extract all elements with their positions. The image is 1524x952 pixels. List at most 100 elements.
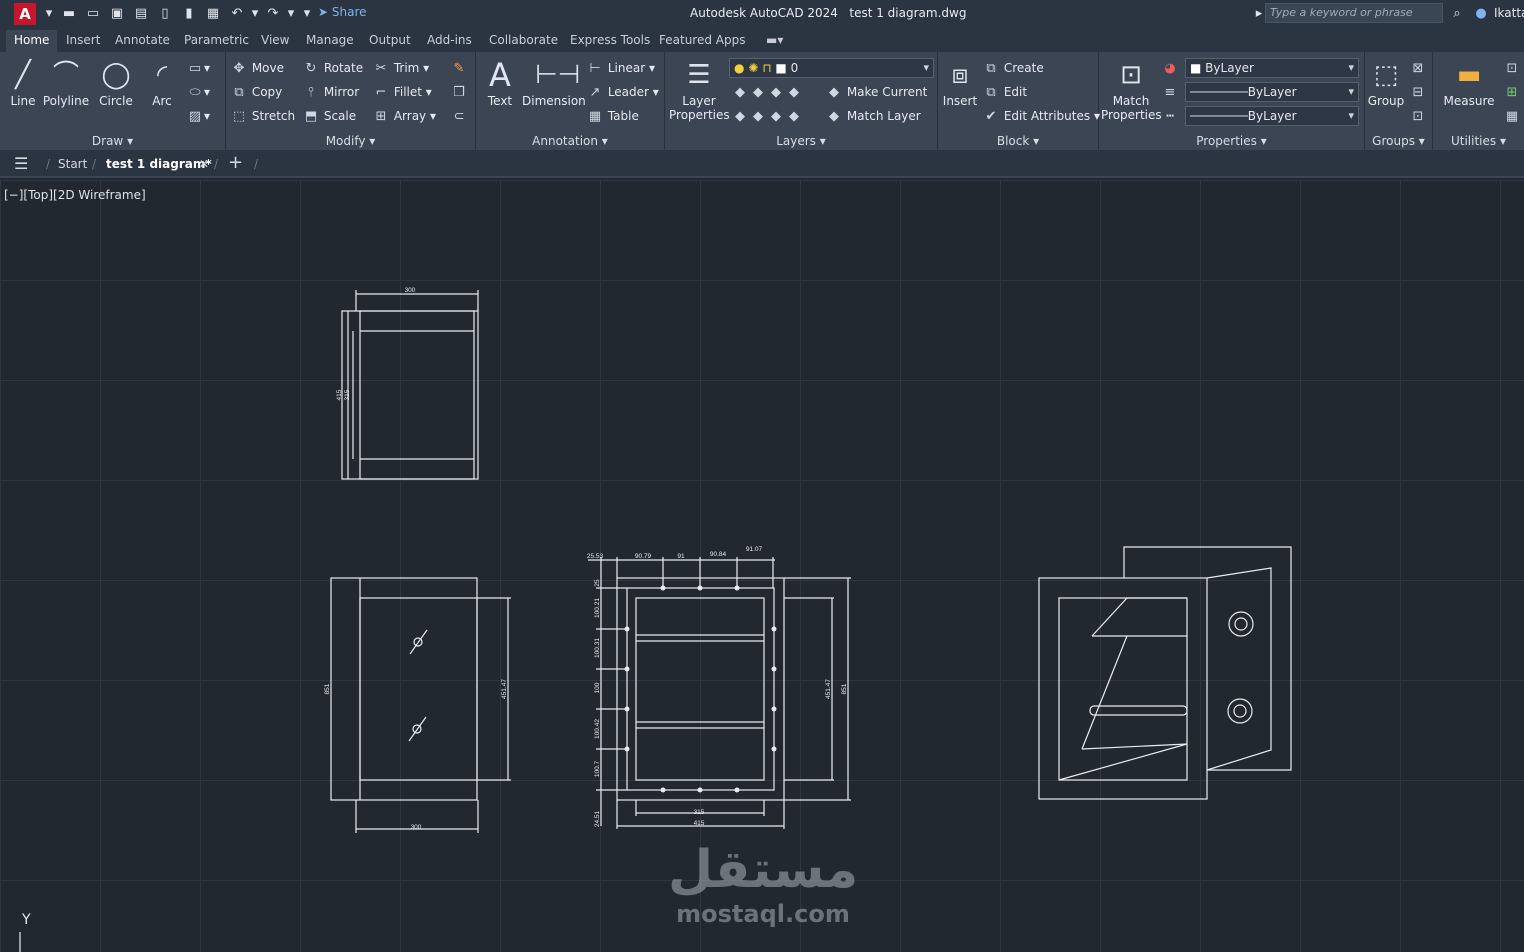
tab-home[interactable]: Home xyxy=(6,30,58,52)
fillet-button[interactable]: ⌐ Fillet ▾ xyxy=(372,82,432,102)
search-icon[interactable]: ⌕ xyxy=(1448,5,1466,23)
tab-active-document[interactable]: test 1 diagram* xyxy=(106,157,212,171)
app-menu-button[interactable]: A xyxy=(14,3,36,25)
utilities-panel-label[interactable]: Utilities ▾ xyxy=(1433,134,1524,148)
match-properties-button[interactable]: ⊡ Match Properties xyxy=(1101,58,1162,122)
line-button[interactable]: ╱ Line xyxy=(4,58,42,108)
table-button[interactable]: ▦ Table xyxy=(586,106,639,126)
layers-panel-label[interactable]: Layers ▾ xyxy=(665,134,937,148)
tab-start[interactable]: Start xyxy=(58,157,87,171)
make-current-button[interactable]: ◆ Make Current xyxy=(825,82,927,102)
color-dropdown[interactable]: ■ ByLayer xyxy=(1185,58,1359,78)
calculator-button[interactable]: ▦ xyxy=(1503,106,1521,126)
color-wheel-icon[interactable]: ◕ xyxy=(1161,58,1179,78)
customize-toolbar-icon[interactable]: ▾ xyxy=(298,5,316,23)
create-block-button[interactable]: ⧉ Create xyxy=(982,58,1043,78)
dim-mid-right-outer: 851 xyxy=(841,683,848,694)
edit-block-button[interactable]: ⧉ Edit xyxy=(982,82,1027,102)
rectangle-button[interactable]: ▭ ▾ xyxy=(186,58,210,78)
trim-button[interactable]: ✂ Trim ▾ xyxy=(372,58,430,78)
tab-collaborate[interactable]: Collaborate xyxy=(489,33,558,47)
offset-button[interactable]: ⊂ xyxy=(450,106,468,126)
ungroup-icon: ⊠ xyxy=(1412,61,1424,76)
linetype-dropdown[interactable]: ────────ByLayer xyxy=(1185,106,1359,126)
group-edit-button[interactable]: ⊟ xyxy=(1409,82,1427,102)
open-file-icon[interactable]: ▭ xyxy=(84,5,102,23)
ellipse-button[interactable]: ⬭ ▾ xyxy=(186,82,210,102)
copy-button[interactable]: ⧉ Copy xyxy=(230,82,282,102)
group-button[interactable]: ⬚ Group xyxy=(1367,58,1405,108)
arc-button[interactable]: ◜ Arc xyxy=(142,58,182,108)
dim-side-4: 100 xyxy=(594,682,601,693)
erase-button[interactable]: ✎ xyxy=(450,58,468,78)
groups-label: Groups xyxy=(1372,134,1415,148)
groups-panel-label[interactable]: Groups ▾ xyxy=(1365,134,1432,148)
scale-button[interactable]: ⬒ Scale xyxy=(302,106,356,126)
new-file-icon[interactable]: ▬ xyxy=(60,5,78,23)
layer-dropdown[interactable]: ● ✺ ⊓ ■ 0 xyxy=(729,58,934,78)
rotate-button[interactable]: ↻ Rotate xyxy=(302,58,364,78)
hamburger-menu-icon[interactable]: ☰ xyxy=(14,154,28,173)
undo-icon[interactable]: ↶ xyxy=(228,5,246,23)
tab-manage[interactable]: Manage xyxy=(306,33,354,47)
hatch-button[interactable]: ▨ ▾ xyxy=(186,106,210,126)
modify-panel-label[interactable]: Modify ▾ xyxy=(226,134,475,148)
edit-attributes-button[interactable]: ✔ Edit Attributes ▾ xyxy=(982,106,1100,126)
leader-button[interactable]: ↗ Leader ▾ xyxy=(586,82,659,102)
edit-block-icon: ⧉ xyxy=(986,85,996,100)
search-input[interactable]: Type a keyword or phrase xyxy=(1265,3,1443,23)
panel-draw: ╱ Line ⌒ Polyline ◯ Circle ◜ Arc ▭ ▾ ⬭ ▾ ▨ ▾ Dr… xyxy=(0,52,226,150)
user-name[interactable]: Ikatta xyxy=(1494,6,1524,20)
drawing-canvas[interactable]: [−][Top][2D Wireframe] 300 415 315 851 4… xyxy=(0,180,1524,952)
linear-button[interactable]: ⊢ Linear ▾ xyxy=(586,58,655,78)
mirror-button[interactable]: ⫯ Mirror xyxy=(302,82,359,102)
tab-insert[interactable]: Insert xyxy=(66,33,100,47)
user-icon[interactable]: ● xyxy=(1472,5,1490,23)
new-tab-plus-icon[interactable]: + xyxy=(228,152,243,173)
layer-tools-row-2[interactable]: ◆ ◆ ◆ ◆ xyxy=(731,106,803,126)
circle-button[interactable]: ◯ Circle xyxy=(94,58,138,108)
explode-button[interactable]: ❒ xyxy=(450,82,468,102)
plot-preview-icon[interactable]: ▯ xyxy=(156,5,174,23)
stretch-button[interactable]: ⬚ Stretch xyxy=(230,106,295,126)
print-icon[interactable]: ▦ xyxy=(204,5,222,23)
ribbon-minimize-icon[interactable]: ▬▾ xyxy=(766,33,783,47)
insert-block-button[interactable]: ⧈ Insert xyxy=(940,58,980,108)
tab-featured-apps[interactable]: Featured Apps xyxy=(659,33,745,47)
tab-express-tools[interactable]: Express Tools xyxy=(570,33,650,47)
block-panel-label[interactable]: Block ▾ xyxy=(938,134,1098,148)
publish-icon[interactable]: ▮ xyxy=(180,5,198,23)
measure-button[interactable]: ▬ Measure xyxy=(1437,58,1501,108)
product-name: Autodesk AutoCAD 2024 xyxy=(690,6,838,20)
ungroup-button[interactable]: ⊠ xyxy=(1409,58,1427,78)
tab-add-ins[interactable]: Add-ins xyxy=(427,33,472,47)
properties-panel-label[interactable]: Properties ▾ xyxy=(1099,134,1364,148)
layer-tools-row-1[interactable]: ◆ ◆ ◆ ◆ xyxy=(731,82,803,102)
annotation-panel-label[interactable]: Annotation ▾ xyxy=(476,134,664,148)
array-button[interactable]: ⊞ Array ▾ xyxy=(372,106,436,126)
polyline-button[interactable]: ⌒ Polyline xyxy=(42,58,90,108)
draw-panel-label[interactable]: Draw ▾ xyxy=(0,134,225,148)
tab-view[interactable]: View xyxy=(261,33,289,47)
match-layer-button[interactable]: ◆ Match Layer xyxy=(825,106,921,126)
dim-side-3: 100.31 xyxy=(594,638,601,658)
tab-output[interactable]: Output xyxy=(369,33,411,47)
select-all-button[interactable]: ⊞ xyxy=(1503,82,1521,102)
save-as-icon[interactable]: ▤ xyxy=(132,5,150,23)
dimension-button[interactable]: ⊢⊣ Dimension xyxy=(522,58,586,108)
share-button[interactable]: ➤ Share xyxy=(318,5,367,19)
close-tab-icon[interactable]: ✕ xyxy=(199,157,209,171)
save-icon[interactable]: ▣ xyxy=(108,5,126,23)
lineweight-dropdown[interactable]: ────────ByLayer xyxy=(1185,82,1359,102)
tab-annotate[interactable]: Annotate xyxy=(115,33,170,47)
quick-select-button[interactable]: ⊡ xyxy=(1503,58,1521,78)
undo-dropdown-icon[interactable]: ▾ xyxy=(246,5,264,23)
unlock-icon: ⊓ xyxy=(762,61,772,75)
move-button[interactable]: ✥ Move xyxy=(230,58,284,78)
group-select-button[interactable]: ⊡ xyxy=(1409,106,1427,126)
redo-icon[interactable]: ↷ xyxy=(264,5,282,23)
tab-parametric[interactable]: Parametric xyxy=(184,33,249,47)
layer-properties-button[interactable]: ☰ Layer Properties xyxy=(669,58,730,122)
text-button[interactable]: A Text xyxy=(480,58,520,108)
app-menu-chevron-icon[interactable]: ▾ xyxy=(40,5,58,23)
